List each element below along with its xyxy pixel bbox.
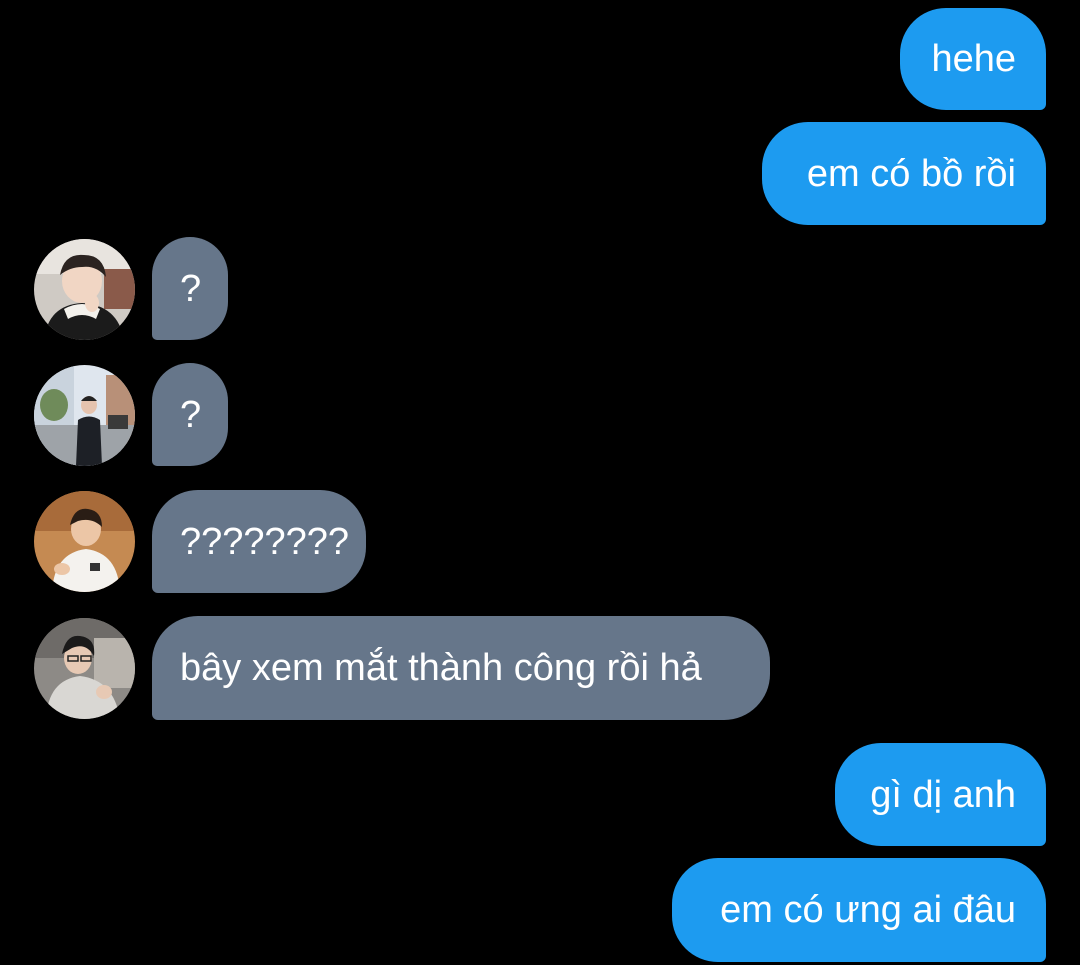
message-bubble-received[interactable]: ???????? bbox=[152, 490, 366, 593]
message-text: bây xem mắt thành công rồi hả bbox=[180, 647, 702, 689]
message-bubble-sent[interactable]: em có ưng ai đâu bbox=[672, 858, 1046, 962]
message-bubble-received[interactable]: bây xem mắt thành công rồi hả bbox=[152, 616, 770, 720]
message-bubble-sent[interactable]: hehe bbox=[900, 8, 1046, 110]
chat-thread: hehe em có bồ rồi ? ? ???????? bây xem m… bbox=[0, 0, 1080, 965]
avatar[interactable] bbox=[34, 239, 135, 340]
message-text: em có bồ rồi bbox=[806, 152, 1016, 195]
avatar-photo-icon bbox=[34, 491, 135, 592]
message-text: ? bbox=[180, 267, 202, 310]
avatar-photo-icon bbox=[34, 618, 135, 719]
message-bubble-received[interactable]: ? bbox=[152, 363, 228, 466]
message-text: hehe bbox=[931, 38, 1016, 80]
message-text: em có ưng ai đâu bbox=[720, 889, 1016, 931]
message-text: ???????? bbox=[180, 520, 350, 563]
message-bubble-sent[interactable]: gì dị anh bbox=[835, 743, 1046, 846]
avatar[interactable] bbox=[34, 491, 135, 592]
avatar-photo-icon bbox=[34, 365, 135, 466]
message-bubble-sent[interactable]: em có bồ rồi bbox=[762, 122, 1046, 225]
avatar[interactable] bbox=[34, 618, 135, 719]
message-bubble-received[interactable]: ? bbox=[152, 237, 228, 340]
avatar-photo-icon bbox=[34, 239, 135, 340]
message-text: ? bbox=[180, 393, 202, 436]
avatar[interactable] bbox=[34, 365, 135, 466]
message-text: gì dị anh bbox=[870, 773, 1016, 816]
